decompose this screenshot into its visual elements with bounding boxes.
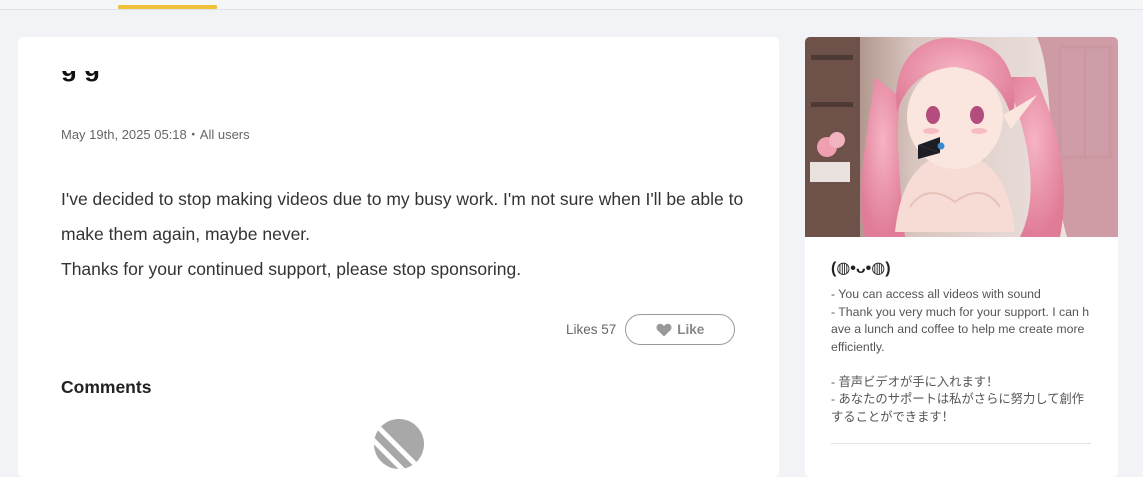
heart-icon [656,323,672,336]
tier-image [805,37,1118,237]
post-body: I've decided to stop making videos due t… [61,182,751,287]
tier-description: - You can access all videos with sound -… [831,286,1093,426]
post-body-paragraph: I've decided to stop making videos due t… [61,189,744,244]
tier-divider [831,443,1091,444]
post-body-paragraph: Thanks for your continued support, pleas… [61,259,522,279]
post-title: g g [61,71,181,111]
top-tab-bar [0,0,1143,10]
active-tab-indicator [118,5,217,9]
meta-separator: ・ [186,127,200,142]
tier-description-line [831,356,1093,374]
like-button-label: Like [677,322,705,337]
post-meta: May 19th, 2025 05:18・All users [61,124,250,143]
no-comments-icon [374,419,424,469]
post-audience: All users [199,127,250,142]
tier-description-line: - Thank you very much for your support. … [831,304,1090,354]
tier-description-line: - You can access all videos with sound [831,287,1041,301]
tier-description-line: - あなたのサポートは私がさらに努力して創作することができます！ [831,392,1085,424]
likes-row: Likes 57 Like [566,314,736,345]
tier-card: (◍•ᴗ•◍) - You can access all videos with… [805,37,1118,477]
comments-heading: Comments [61,377,152,397]
post-card: g g May 19th, 2025 05:18・All users I've … [18,37,779,477]
tier-description-line: - 音声ビデオが手に入れます！ [831,374,999,389]
tier-title: (◍•ᴗ•◍) [831,260,891,277]
likes-count: Likes 57 [566,322,617,337]
like-button[interactable]: Like [625,314,736,345]
post-date: May 19th, 2025 05:18 [61,127,187,142]
post-title-text: g g [61,71,100,87]
